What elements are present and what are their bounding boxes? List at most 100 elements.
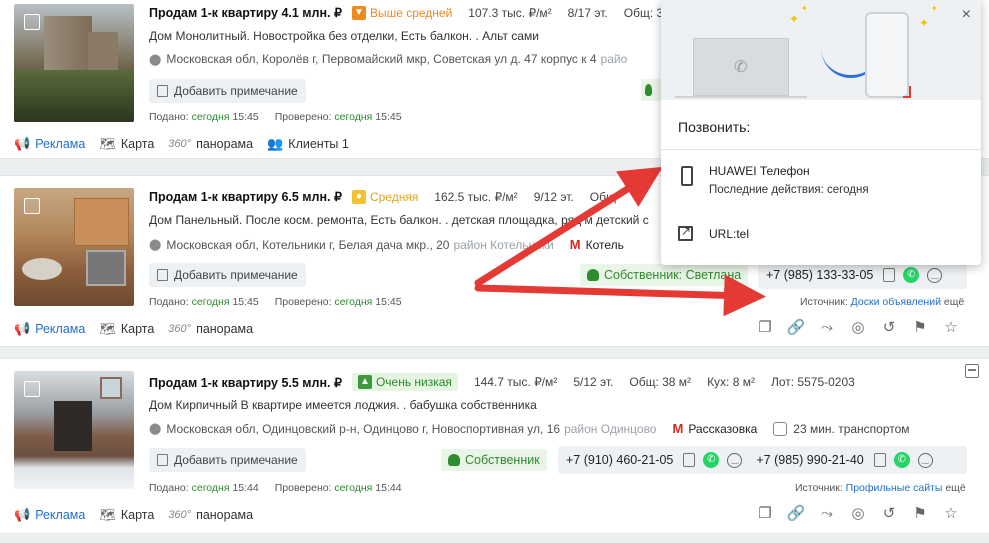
listing-photo[interactable]	[14, 4, 134, 122]
listing-tools: ❐ 🔗 ⤳ ◎ ↺ ⚑ ☆	[744, 319, 961, 337]
listing-actions: 📢 Реклама 🗺 Карта 360° панорама 👥 Клиенты 1	[14, 136, 363, 152]
map-button[interactable]: 🗺 Карта	[99, 136, 154, 152]
owner-badge: Собственник	[441, 449, 547, 471]
listing-photo[interactable]	[14, 371, 134, 489]
copy-icon[interactable]: ❐	[755, 319, 775, 337]
price-per-m2: 144.7 тыс. ₽/м²	[473, 375, 558, 389]
metro-icon: M	[569, 237, 581, 252]
copy-icon[interactable]	[873, 453, 886, 467]
whatsapp-icon[interactable]: ✆	[703, 452, 720, 468]
owner-badge	[641, 79, 661, 101]
whatsapp-icon[interactable]: ✆	[893, 452, 910, 468]
listing-title[interactable]: Продам 1-к квартиру 6.5 млн. ₽	[149, 189, 342, 204]
ad-button[interactable]: 📢 Реклама	[14, 507, 85, 523]
share-icon[interactable]: ⤳	[817, 319, 837, 337]
listing-title[interactable]: Продам 1-к квартиру 5.5 млн. ₽	[149, 375, 342, 390]
owner-icon	[645, 84, 652, 96]
call-illustration: ✆ ✦ ✦ ✦ ✦	[661, 0, 981, 100]
metro-station: M Рассказовка	[672, 421, 758, 436]
phone-icon: ✆	[734, 59, 748, 76]
panorama-button[interactable]: 360° панорама	[168, 508, 253, 522]
phone-number[interactable]: +7 (985) 133-33-05	[766, 268, 873, 282]
megaphone-icon: 📢	[14, 321, 31, 336]
select-checkbox[interactable]	[24, 198, 40, 214]
district: район Котельники	[453, 237, 554, 252]
select-checkbox[interactable]	[24, 381, 40, 397]
flag-icon[interactable]: ⚑	[910, 319, 930, 337]
phone-number-2[interactable]: +7 (985) 990-21-40	[756, 453, 863, 467]
source-link[interactable]: Профильные сайты	[846, 482, 943, 494]
clients-button[interactable]: 👥 Клиенты 1	[267, 136, 349, 152]
note-label: Добавить примечание	[174, 453, 298, 467]
listing-meta: Подано: сегодня 15:45 Проверено: сегодня …	[149, 111, 402, 123]
phone-number[interactable]: +7 (910) 460-21-05	[566, 453, 673, 467]
phone-block: +7 (985) 133-33-05 ✆ ‿	[758, 261, 967, 289]
listing-meta: Подано: сегодня 15:45 Проверено: сегодня …	[149, 296, 402, 308]
device-option[interactable]: HUAWEI Телефон Последние действия: сегод…	[681, 164, 869, 196]
link-icon[interactable]: 🔗	[786, 505, 806, 523]
smile-icon[interactable]: ‿	[917, 452, 933, 468]
listing-tools: ❐ 🔗 ⤳ ◎ ↺ ⚑ ☆	[744, 505, 961, 523]
device-name: HUAWEI Телефон	[709, 164, 810, 178]
listing-photo[interactable]	[14, 188, 134, 306]
rating-label: Очень низкая	[375, 375, 452, 389]
listing-source: Источник: Профильные сайты ещё	[795, 482, 966, 494]
note-label: Добавить примечание	[174, 268, 298, 282]
address-text: Московская обл, Котельники г, Белая дача…	[166, 237, 450, 252]
floor: 9/12 эт.	[533, 189, 574, 204]
listing-title[interactable]: Продам 1-к квартиру 4.1 млн. ₽	[149, 5, 342, 20]
bus-icon	[773, 421, 788, 436]
map-icon: 🗺	[99, 321, 116, 336]
owner-icon	[587, 269, 599, 281]
history-icon[interactable]: ↺	[879, 505, 899, 523]
listing-description: Дом Монолитный. Новостройка без отделки,…	[149, 29, 539, 43]
url-tel-option[interactable]: URL:tel	[678, 224, 750, 241]
history-icon[interactable]: ↺	[879, 319, 899, 337]
megaphone-icon: 📢	[14, 136, 31, 151]
copy-icon[interactable]	[683, 453, 696, 467]
add-note-button[interactable]: Добавить примечание	[149, 448, 306, 472]
source-link[interactable]: Доски объявлений	[851, 296, 941, 308]
panorama-button[interactable]: 360° панорама	[168, 322, 253, 336]
hide-icon[interactable]: ◎	[848, 505, 868, 523]
hide-icon[interactable]: ◎	[848, 319, 868, 337]
whatsapp-icon[interactable]: ✆	[903, 267, 920, 283]
source-more[interactable]: ещё	[945, 482, 965, 494]
panorama-360-icon: 360°	[168, 509, 192, 521]
copy-icon[interactable]	[883, 268, 896, 282]
map-button[interactable]: 🗺 Карта	[99, 321, 154, 337]
mobile-icon	[865, 12, 911, 98]
smile-icon[interactable]: ‿	[927, 267, 943, 283]
star-icon[interactable]: ☆	[941, 319, 961, 337]
area: Общ: 3	[623, 5, 664, 20]
ad-button[interactable]: 📢 Реклама	[14, 136, 85, 152]
flag-icon[interactable]: ⚑	[910, 505, 930, 523]
star-icon[interactable]: ☆	[941, 505, 961, 523]
listing-description: Дом Кирпичный В квартире имеется лоджия.…	[149, 398, 537, 412]
map-icon: 🗺	[99, 136, 116, 151]
copy-icon[interactable]: ❐	[755, 505, 775, 523]
smile-icon[interactable]: ‿	[727, 452, 743, 468]
add-note-button[interactable]: Добавить примечание	[149, 263, 306, 287]
link-icon[interactable]: 🔗	[786, 319, 806, 337]
url-label: URL:tel	[709, 226, 750, 241]
collapse-button[interactable]	[965, 364, 979, 378]
metro-icon: M	[672, 421, 684, 436]
map-icon: 🗺	[99, 507, 116, 522]
map-button[interactable]: 🗺 Карта	[99, 507, 154, 523]
share-icon[interactable]: ⤳	[817, 505, 837, 523]
price-rating: ▲ Очень низкая	[351, 373, 458, 391]
ad-button[interactable]: 📢 Реклама	[14, 321, 85, 337]
close-icon[interactable]: ×	[962, 6, 971, 24]
thumbs-up-icon: ▲	[357, 375, 372, 389]
add-note-button[interactable]: Добавить примечание	[149, 79, 306, 103]
panorama-button[interactable]: 360° панорама	[168, 137, 253, 151]
owner-label: Собственник: Светлана	[604, 268, 742, 282]
listing-source: Источник: Доски объявлений ещё	[800, 296, 965, 308]
rating-label: Средняя	[369, 189, 419, 204]
floor: 5/12 эт.	[573, 375, 614, 389]
source-more[interactable]: ещё	[944, 296, 964, 308]
listing-header: Продам 1-к квартиру 6.5 млн. ₽ ● Средняя …	[149, 189, 616, 204]
listing-actions: 📢 Реклама 🗺 Карта 360° панорама	[14, 321, 267, 337]
select-checkbox[interactable]	[24, 14, 40, 30]
